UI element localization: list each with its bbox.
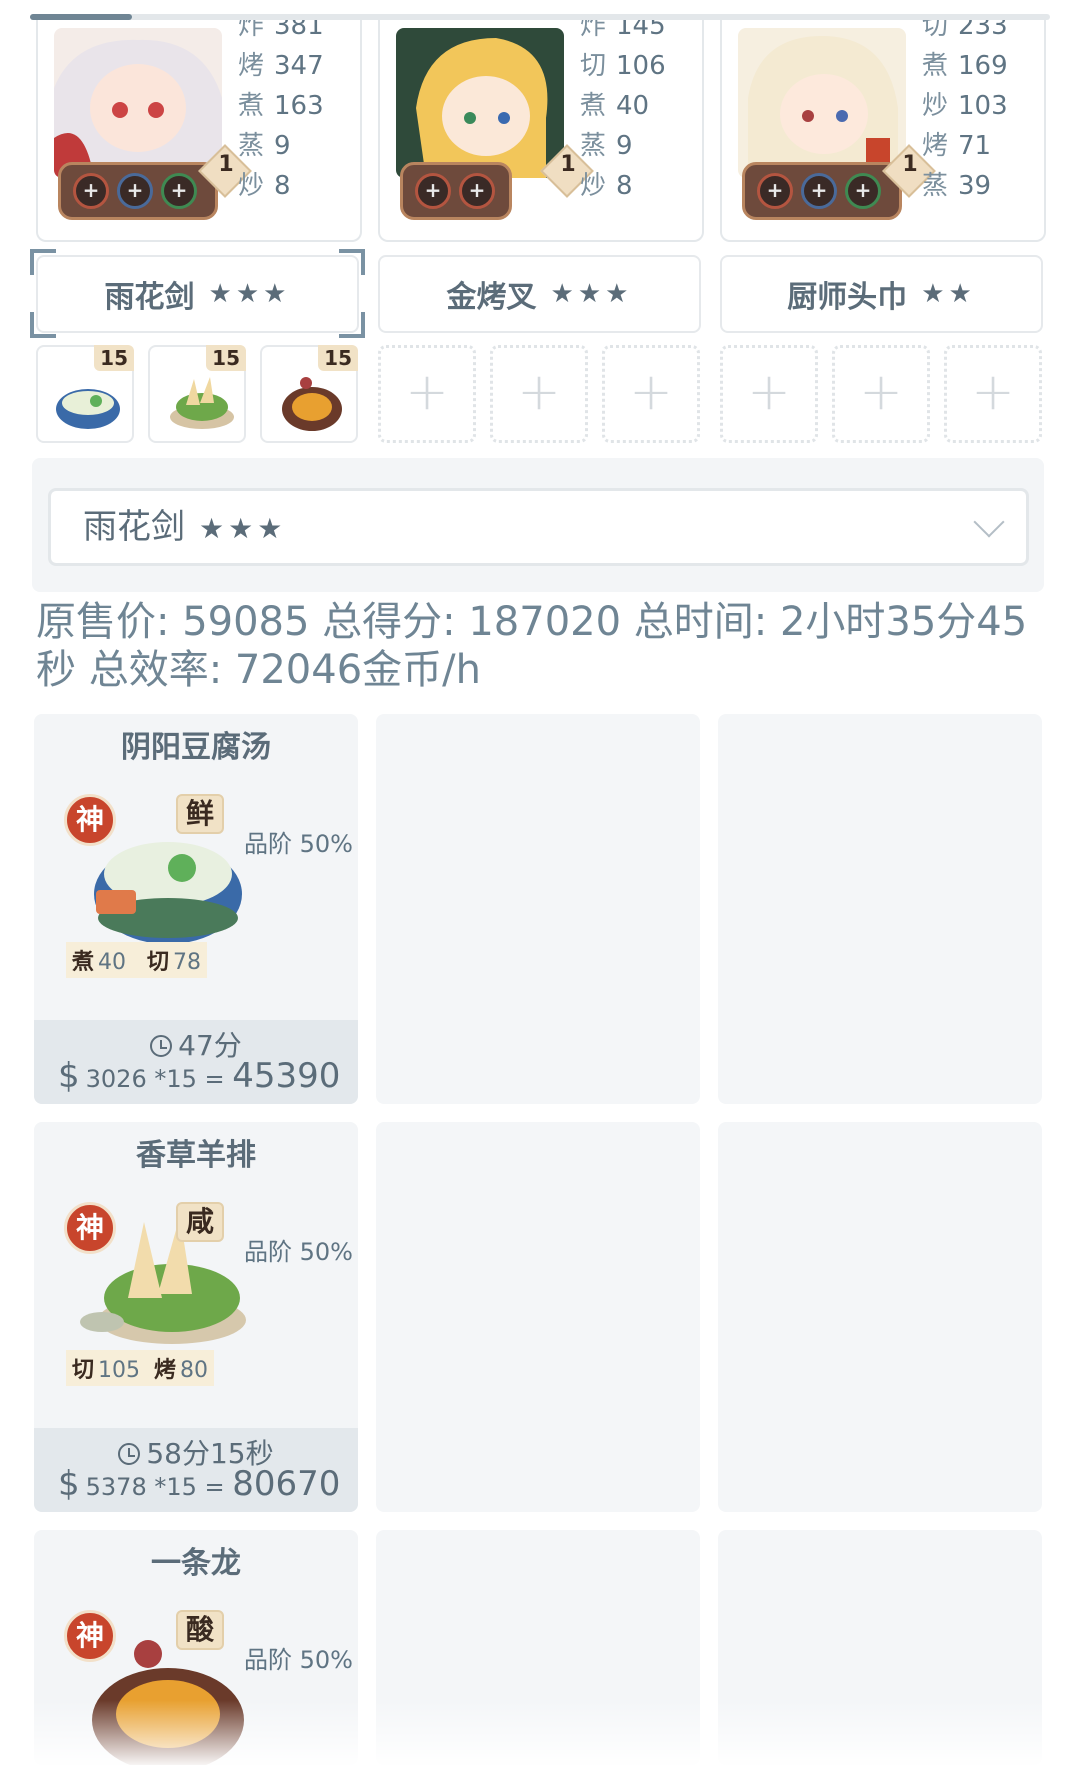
dragon-dish-icon xyxy=(282,377,342,431)
flavor-tag: 酸 xyxy=(176,1610,224,1650)
chef-portrait xyxy=(396,28,564,178)
add-recipe-slot[interactable]: + xyxy=(602,345,700,443)
chef-stats: 炸 381 烤 347 煮 163 蒸9 炒8 xyxy=(238,20,324,201)
price-row: $5378 *15 = 80670 xyxy=(58,1464,341,1504)
chef-portrait xyxy=(738,28,906,178)
slot-add-icon[interactable]: + xyxy=(757,173,793,209)
empty-dish-card[interactable] xyxy=(376,714,700,1104)
recipe-slot-2[interactable]: 15 xyxy=(148,345,246,443)
chef-card-2[interactable]: + + 1 炸 145 切 106 煮 40 蒸9 炒8 xyxy=(378,20,704,242)
chef-level: 1 xyxy=(560,152,576,177)
equip-select-stars: ★★★ xyxy=(199,512,287,545)
flavor-tag: 咸 xyxy=(176,1202,224,1242)
equip-select-value: 雨花剑 xyxy=(83,507,185,547)
selection-corner xyxy=(30,249,56,275)
quantity-badge: 15 xyxy=(94,345,134,371)
empty-dish-card[interactable] xyxy=(718,714,1042,1104)
summary-text: 原售价: 59085 总得分: 187020 总时间: 2小时35分45秒 总效… xyxy=(36,599,1028,693)
dish-total: 80670 xyxy=(232,1464,341,1504)
bottom-fade xyxy=(0,1700,1080,1765)
dish-name: 一条龙 xyxy=(151,1546,241,1581)
quantity-badge: 15 xyxy=(206,345,246,371)
chef-card-3[interactable]: + + + 1 切 233 煮 169 炒 103 烤 71 蒸 39 xyxy=(720,20,1046,242)
selection-corner xyxy=(30,312,56,338)
god-badge: 神 xyxy=(64,1202,116,1254)
grade-text: 品阶 50% xyxy=(244,1238,353,1266)
dish-footer: 47分 $3026 *15 = 45390 xyxy=(34,1020,358,1104)
equip-name: 雨花剑 xyxy=(104,280,195,315)
selection-corner xyxy=(339,249,365,275)
lamb-chops-icon xyxy=(170,377,234,429)
god-badge: 神 xyxy=(64,1610,116,1662)
slot-add-icon[interactable]: + xyxy=(73,173,109,209)
dish-footer: 58分15秒 $5378 *15 = 80670 xyxy=(34,1428,358,1512)
chef-card-1[interactable]: + + + 1 炸 381 烤 347 煮 163 蒸9 炒8 xyxy=(36,20,362,242)
dish-card-1[interactable]: 阴阳豆腐汤 神 鲜 品阶 50% 煮 40 切 78 47分 $3026 *15 =… xyxy=(34,714,358,1104)
add-recipe-slot[interactable]: + xyxy=(944,345,1042,443)
dish-name: 香草羊排 xyxy=(136,1138,256,1173)
skill-requirements: 切 105 烤 80 xyxy=(66,1350,215,1386)
equip-stars: ★★ xyxy=(921,279,976,309)
chef-stats: 炸 145 切 106 煮 40 蒸9 炒8 xyxy=(580,20,666,201)
clock-icon xyxy=(118,1443,141,1465)
recipe-slot-1[interactable]: 15 xyxy=(36,345,134,443)
god-badge: 神 xyxy=(64,794,116,846)
clock-icon xyxy=(150,1035,173,1057)
add-recipe-slot[interactable]: + xyxy=(720,345,818,443)
selection-corner xyxy=(339,312,365,338)
equip-button-3[interactable]: 厨师头巾 ★★ xyxy=(720,255,1043,333)
chef-stats: 切 233 煮 169 炒 103 烤 71 蒸 39 xyxy=(922,20,1008,201)
slot-add-icon[interactable]: + xyxy=(801,173,837,209)
equip-name: 厨师头巾 xyxy=(787,280,908,315)
grade-text: 品阶 50% xyxy=(244,1646,353,1674)
add-recipe-slot[interactable]: + xyxy=(490,345,588,443)
equip-select[interactable]: 雨花剑 ★★★ xyxy=(48,488,1029,566)
skill-requirements: 煮 40 切 78 xyxy=(66,942,208,978)
grade-text: 品阶 50% xyxy=(244,830,353,858)
flavor-tag: 鲜 xyxy=(176,794,224,834)
dish-name: 阴阳豆腐汤 xyxy=(121,730,271,765)
recipe-slot-3[interactable]: 15 xyxy=(260,345,358,443)
soup-icon xyxy=(56,389,120,429)
quantity-badge: 15 xyxy=(318,345,358,371)
equip-button-2[interactable]: 金烤叉 ★★★ xyxy=(378,255,701,333)
chevron-down-icon xyxy=(973,506,1005,538)
price-row: $3026 *15 = 45390 xyxy=(58,1056,341,1096)
slot-add-icon[interactable]: + xyxy=(459,173,495,209)
add-recipe-slot[interactable]: + xyxy=(832,345,930,443)
add-recipe-slot[interactable]: + xyxy=(378,345,476,443)
dish-total: 45390 xyxy=(232,1056,341,1096)
chef-slot-bar: + + + xyxy=(58,162,218,220)
equip-button-1[interactable]: 雨花剑 ★★★ xyxy=(36,255,359,333)
equip-stars: ★★★ xyxy=(208,279,291,309)
chef-portrait xyxy=(54,28,222,178)
slot-add-icon[interactable]: + xyxy=(161,173,197,209)
equip-stars: ★★★ xyxy=(550,279,633,309)
slot-add-icon[interactable]: + xyxy=(117,173,153,209)
empty-dish-card[interactable] xyxy=(376,1122,700,1512)
chef-level: 1 xyxy=(218,152,234,177)
dish-card-2[interactable]: 香草羊排 神 咸 品阶 50% 切 105 烤 80 58分15秒 $5378 *1… xyxy=(34,1122,358,1512)
slot-add-icon[interactable]: + xyxy=(415,173,451,209)
slot-add-icon[interactable]: + xyxy=(845,173,881,209)
empty-dish-card[interactable] xyxy=(718,1122,1042,1512)
chef-slot-bar: + + + xyxy=(742,162,902,220)
equip-name: 金烤叉 xyxy=(446,280,537,315)
chef-level: 1 xyxy=(902,152,918,177)
chef-slot-bar: + + xyxy=(400,162,512,220)
